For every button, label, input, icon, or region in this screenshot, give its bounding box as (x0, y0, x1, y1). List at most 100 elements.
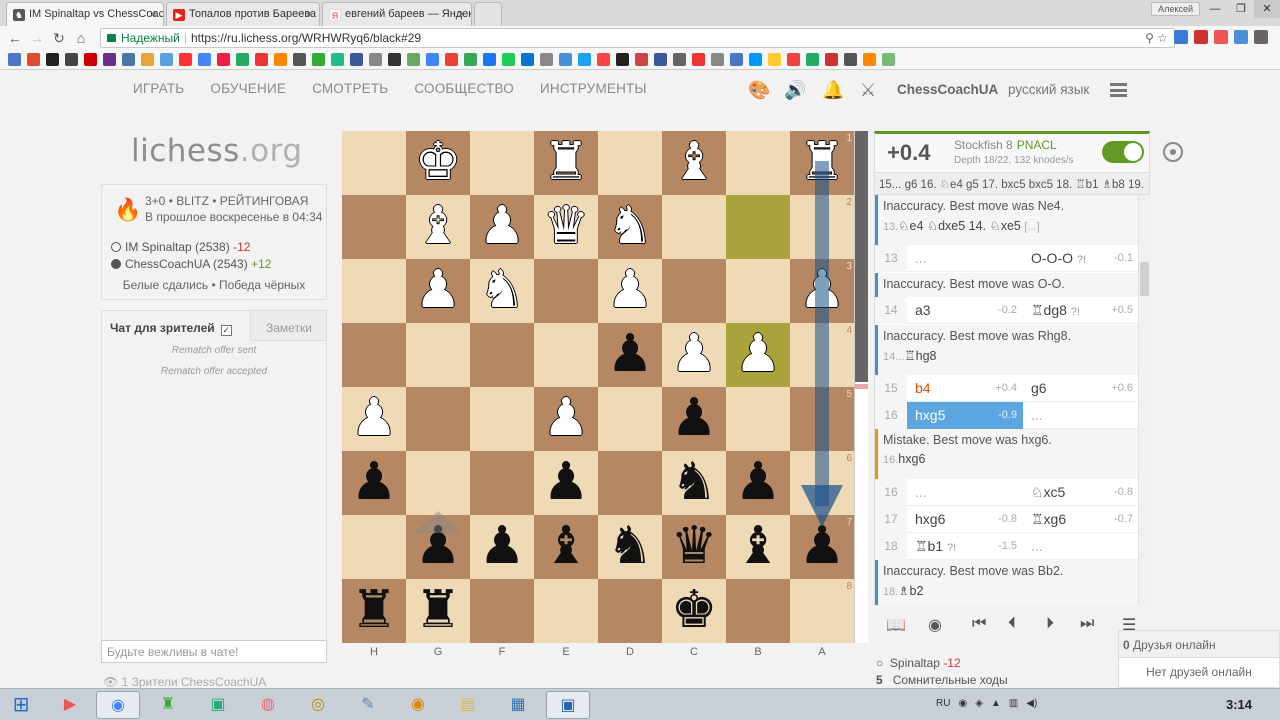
bookmark-icon[interactable] (483, 53, 496, 66)
bookmark-icon[interactable] (540, 53, 553, 66)
black-pawn-icon[interactable]: ♟ (662, 387, 726, 451)
board-square[interactable]: 8 (790, 579, 854, 643)
black-pawn-icon[interactable]: ♟ (406, 515, 470, 579)
move-list-scroll-thumb[interactable] (1140, 262, 1149, 296)
black-knight-icon[interactable]: ♞ (598, 515, 662, 579)
white-knight-icon[interactable]: ♞ (470, 259, 534, 323)
chat-input[interactable]: Будьте вежливы в чате! (101, 640, 327, 663)
move-white[interactable]: a3 -0.2 (907, 297, 1023, 324)
board-square[interactable] (342, 195, 406, 259)
bookmark-icon[interactable] (692, 53, 705, 66)
bookmark-icon[interactable] (160, 53, 173, 66)
board-square[interactable]: ♛ (534, 195, 598, 259)
white-pawn-icon[interactable]: ♟ (662, 323, 726, 387)
black-player[interactable]: ChessCoachUA (2543) +12 (111, 257, 271, 271)
extension-icon[interactable] (1194, 30, 1208, 44)
last-move-icon[interactable]: ⏭ (1080, 615, 1094, 633)
move-white[interactable]: hxg6 -0.8 (907, 506, 1023, 533)
palette-icon[interactable]: 🎨 (748, 80, 770, 101)
chess-board[interactable]: ♚ ♜ ♝ 1 ♜ ♝ ♟ ♛ ♞ 2 ♟ ♞ ♟ 3 ♟ ♟ ♟ ♟ 4 ♟ ♟ ♟ 5 ♟ ♟ ♞ ♟ 6 ♟ ♟ ♝ ♞ ♛ ♝ 7 ♟ ♜ ♜ ♚ 8 (342, 131, 854, 643)
white-queen-icon[interactable]: ♛ (534, 195, 598, 259)
board-square[interactable]: ♟ (534, 451, 598, 515)
white-pawn-icon[interactable]: ♟ (790, 259, 854, 323)
header-username[interactable]: ChessCoachUA (897, 82, 998, 97)
move-white[interactable]: ... (907, 245, 1023, 272)
bookmark-icon[interactable] (293, 53, 306, 66)
folder-icon[interactable]: ▤ (446, 691, 490, 719)
tab-notes[interactable]: Заметки (250, 311, 326, 341)
move-white[interactable]: ... (907, 479, 1023, 506)
board-square[interactable]: ♚ (406, 131, 470, 195)
board-square[interactable] (342, 259, 406, 323)
board-square[interactable]: ♝ (406, 195, 470, 259)
white-king-icon[interactable]: ♚ (406, 131, 470, 195)
bookmark-icon[interactable] (103, 53, 116, 66)
white-bishop-icon[interactable]: ♝ (406, 195, 470, 259)
black-pawn-icon[interactable]: ♟ (598, 323, 662, 387)
forward-arrow-icon[interactable]: → (28, 29, 46, 47)
bookmark-icon[interactable] (426, 53, 439, 66)
volume-icon[interactable]: ◀) (1026, 698, 1037, 709)
move-list-scrollbar[interactable] (1138, 195, 1151, 605)
black-pawn-icon[interactable]: ♟ (726, 451, 790, 515)
bookmark-icon[interactable] (65, 53, 78, 66)
black-rook-icon[interactable]: ♜ (342, 579, 406, 643)
board-square[interactable] (406, 323, 470, 387)
black-pawn-icon[interactable]: ♟ (534, 451, 598, 515)
zoom-icon[interactable]: ⚲ (1145, 31, 1154, 45)
move-white-current[interactable]: hxg5 -0.9 (907, 402, 1023, 429)
tab-lichess-game[interactable]: ♞ IM Spinaltap vs ChessCoach × (6, 2, 164, 27)
nav-learn[interactable]: ОБУЧЕНИЕ (210, 81, 286, 96)
white-pawn-icon[interactable]: ♟ (406, 259, 470, 323)
extension-icon[interactable] (1174, 30, 1188, 44)
bookmark-icon[interactable] (825, 53, 838, 66)
sound-icon[interactable]: 🔊 (784, 80, 806, 101)
board-square[interactable] (726, 195, 790, 259)
board-square[interactable] (598, 451, 662, 515)
board-square[interactable] (406, 387, 470, 451)
black-bishop-icon[interactable]: ♝ (726, 515, 790, 579)
move-black[interactable]: O-O-O ?! -0.1 (1023, 245, 1138, 272)
board-square[interactable]: ♟ (598, 323, 662, 387)
app-icon[interactable]: ◎ (296, 691, 340, 719)
bookmark-icon[interactable] (198, 53, 211, 66)
board-square[interactable]: ♟ (470, 195, 534, 259)
move-black[interactable]: g6 +0.6 (1023, 375, 1138, 402)
chat-enabled-checkbox[interactable]: ✓ (220, 325, 232, 336)
media-player-icon[interactable]: ▶ (48, 691, 92, 719)
reload-icon[interactable]: ↻ (50, 29, 68, 47)
bookmark-icon[interactable] (445, 53, 458, 66)
board-square[interactable]: ♜ (534, 131, 598, 195)
board-square[interactable]: ♜ (342, 579, 406, 643)
white-pawn-icon[interactable]: ♟ (598, 259, 662, 323)
move-black[interactable]: ... (1023, 533, 1138, 560)
bookmark-icon[interactable] (616, 53, 629, 66)
board-square[interactable] (470, 323, 534, 387)
board-square[interactable]: ♟ (726, 323, 790, 387)
board-square[interactable] (534, 259, 598, 323)
move-black[interactable]: ♘xc5 -0.8 (1023, 479, 1138, 506)
tray-icon[interactable]: ◉ (958, 698, 967, 709)
first-move-icon[interactable]: ⏮ (972, 615, 986, 633)
bookmark-icon[interactable] (46, 53, 59, 66)
close-window-icon[interactable]: ✕ (1254, 0, 1280, 18)
bookmark-icon[interactable] (274, 53, 287, 66)
move-black[interactable]: ♖xg6 -0.7 (1023, 506, 1138, 533)
friends-online-panel[interactable]: 0 Друзья онлайн Нет друзей онлайн (1118, 630, 1280, 688)
board-square[interactable]: ♟ (406, 259, 470, 323)
move-black[interactable]: ♖dg8 ?! +0.5 (1023, 297, 1138, 324)
move-white[interactable]: b4 +0.4 (907, 375, 1023, 402)
board-square[interactable] (534, 323, 598, 387)
engine-toggle[interactable] (1102, 141, 1144, 163)
black-queen-icon[interactable]: ♛ (662, 515, 726, 579)
board-square[interactable]: 1 ♜ (790, 131, 854, 195)
board-square[interactable]: ♞ (470, 259, 534, 323)
bookmark-icon[interactable] (388, 53, 401, 66)
white-player[interactable]: IM Spinaltap (2538) -12 (111, 240, 250, 254)
black-king-icon[interactable]: ♚ (662, 579, 726, 643)
bookmark-icon[interactable] (407, 53, 420, 66)
extension-icon[interactable] (1214, 30, 1228, 44)
target-icon[interactable] (1163, 142, 1183, 162)
board-square[interactable] (726, 131, 790, 195)
white-pawn-icon[interactable]: ♟ (726, 323, 790, 387)
